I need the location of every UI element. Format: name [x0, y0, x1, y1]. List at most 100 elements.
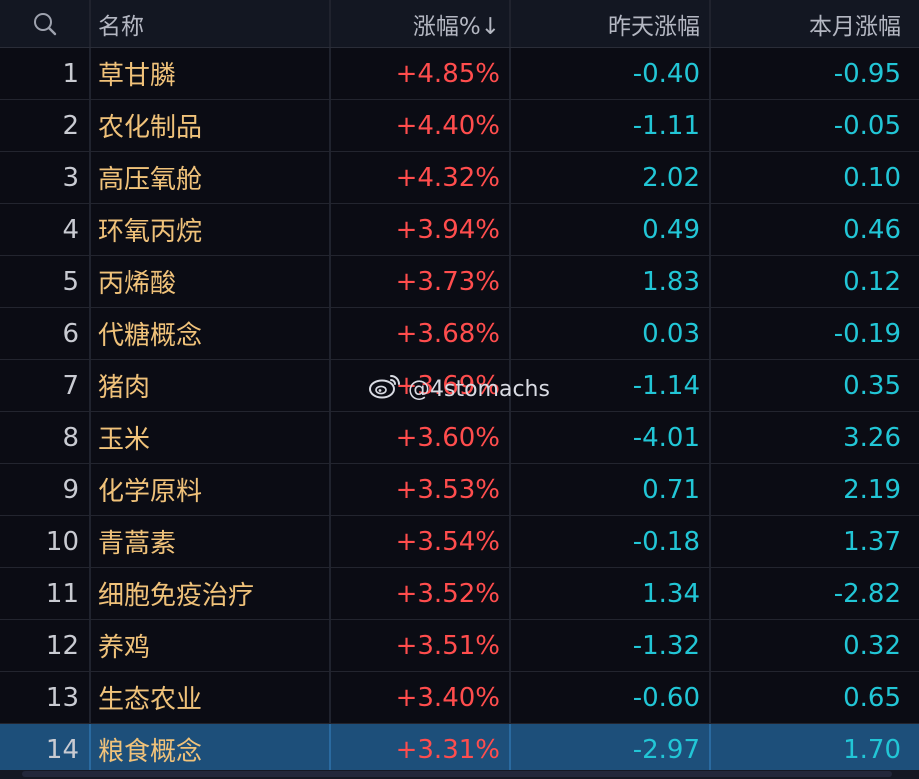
yesterday-change-cell: 2.02	[642, 162, 700, 193]
change-percent-cell: +3.51%	[395, 630, 500, 661]
column-divider	[89, 412, 91, 463]
table-row[interactable]: 11 细胞免疫治疗 +3.52% 1.34 -2.82	[0, 568, 919, 620]
column-divider	[89, 256, 91, 307]
column-divider	[89, 360, 91, 411]
yesterday-change-cell: -0.18	[632, 526, 700, 557]
month-change-cell: -0.19	[833, 318, 901, 349]
column-divider	[709, 360, 711, 411]
table-row[interactable]: 6 代糖概念 +3.68% 0.03 -0.19	[0, 308, 919, 360]
column-divider	[89, 672, 91, 723]
rank-cell: 3	[62, 162, 79, 193]
table-row[interactable]: 5 丙烯酸 +3.73% 1.83 0.12	[0, 256, 919, 308]
yesterday-change-cell: -1.11	[632, 110, 700, 141]
column-divider	[709, 152, 711, 203]
sector-name-cell: 粮食概念	[98, 737, 203, 767]
column-divider	[709, 0, 711, 47]
column-divider	[329, 152, 331, 203]
column-divider	[329, 204, 331, 255]
table-row[interactable]: 1 草甘膦 +4.85% -0.40 -0.95	[0, 48, 919, 100]
column-divider	[329, 516, 331, 567]
rank-cell: 8	[62, 422, 79, 453]
column-divider	[709, 412, 711, 463]
column-divider	[329, 360, 331, 411]
month-change-cell: 0.46	[843, 214, 901, 245]
table-row[interactable]: 12 养鸡 +3.51% -1.32 0.32	[0, 620, 919, 672]
column-divider	[709, 724, 711, 775]
table-row[interactable]: 2 农化制品 +4.40% -1.11 -0.05	[0, 100, 919, 152]
month-change-cell: -0.95	[833, 58, 901, 89]
column-divider	[329, 568, 331, 619]
yesterday-change-cell: -0.40	[632, 58, 700, 89]
rank-cell: 7	[62, 370, 79, 401]
column-divider	[509, 568, 511, 619]
rank-cell: 1	[62, 58, 79, 89]
month-change-cell: -2.82	[833, 578, 901, 609]
column-divider	[329, 724, 331, 775]
column-divider	[509, 204, 511, 255]
column-divider	[89, 100, 91, 151]
sector-name-cell: 青蒿素	[98, 529, 177, 559]
column-divider	[509, 620, 511, 671]
table-row[interactable]: 9 化学原料 +3.53% 0.71 2.19	[0, 464, 919, 516]
column-divider	[89, 308, 91, 359]
column-divider	[89, 152, 91, 203]
horizontal-scrollbar[interactable]	[0, 770, 919, 779]
rank-cell: 6	[62, 318, 79, 349]
table-header: 名称 涨幅%↓ 昨天涨幅 本月涨幅	[0, 0, 919, 48]
rank-cell: 2	[62, 110, 79, 141]
change-percent-cell: +3.68%	[395, 318, 500, 349]
sector-name-cell: 草甘膦	[98, 61, 177, 91]
table-row[interactable]: 8 玉米 +3.60% -4.01 3.26	[0, 412, 919, 464]
rank-cell: 11	[45, 578, 79, 609]
table-row[interactable]: 4 环氧丙烷 +3.94% 0.49 0.46	[0, 204, 919, 256]
column-divider	[89, 48, 91, 99]
yesterday-change-cell: 0.49	[642, 214, 700, 245]
yesterday-change-cell: -0.60	[632, 682, 700, 713]
yesterday-change-cell: 1.83	[642, 266, 700, 297]
column-header-name[interactable]: 名称	[90, 0, 330, 47]
column-header-month-change[interactable]: 本月涨幅	[710, 0, 919, 47]
yesterday-change-cell: -1.32	[632, 630, 700, 661]
column-divider	[329, 464, 331, 515]
column-divider	[709, 464, 711, 515]
column-divider	[329, 256, 331, 307]
column-divider	[709, 568, 711, 619]
rank-cell: 4	[62, 214, 79, 245]
column-divider	[89, 620, 91, 671]
change-percent-cell: +3.40%	[395, 682, 500, 713]
change-percent-cell: +3.31%	[395, 734, 500, 765]
rank-cell: 14	[45, 734, 79, 765]
change-percent-cell: +4.40%	[395, 110, 500, 141]
column-divider	[709, 308, 711, 359]
column-divider	[709, 516, 711, 567]
column-divider	[709, 256, 711, 307]
column-divider	[509, 152, 511, 203]
column-header-change[interactable]: 涨幅%↓	[330, 0, 510, 47]
sector-name-cell: 代糖概念	[98, 321, 203, 351]
yesterday-change-cell: -4.01	[632, 422, 700, 453]
column-divider	[509, 256, 511, 307]
month-change-cell: 3.26	[843, 422, 901, 453]
table-body: 1 草甘膦 +4.85% -0.40 -0.95 2 农化制品 +4.40% -1.11 -0.0…	[0, 48, 919, 776]
rank-cell: 12	[45, 630, 79, 661]
table-row[interactable]: 14 粮食概念 +3.31% -2.97 1.70	[0, 724, 919, 776]
change-percent-cell: +3.73%	[395, 266, 500, 297]
column-divider	[709, 672, 711, 723]
table-row[interactable]: 13 生态农业 +3.40% -0.60 0.65	[0, 672, 919, 724]
rank-cell: 10	[45, 526, 79, 557]
column-header-yesterday-change[interactable]: 昨天涨幅	[510, 0, 710, 47]
rank-cell: 13	[45, 682, 79, 713]
table-row[interactable]: 3 高压氧舱 +4.32% 2.02 0.10	[0, 152, 919, 204]
yesterday-change-cell: 0.03	[642, 318, 700, 349]
table-row[interactable]: 10 青蒿素 +3.54% -0.18 1.37	[0, 516, 919, 568]
search-button[interactable]	[0, 0, 90, 47]
change-percent-cell: +3.60%	[395, 422, 500, 453]
sector-name-cell: 猪肉	[98, 373, 151, 403]
rank-cell: 5	[62, 266, 79, 297]
scrollbar-thumb[interactable]	[22, 771, 892, 777]
sector-name-cell: 农化制品	[98, 113, 203, 143]
month-change-cell: 2.19	[843, 474, 901, 505]
column-divider	[329, 100, 331, 151]
month-change-cell: 1.70	[843, 734, 901, 765]
month-change-cell: 0.65	[843, 682, 901, 713]
